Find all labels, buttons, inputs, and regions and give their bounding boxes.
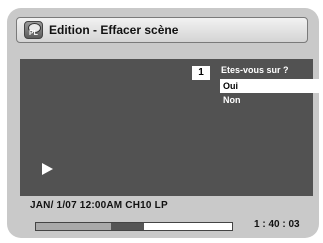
progress-position: [111, 223, 144, 230]
time-display: 1 : 40 : 03: [254, 219, 300, 230]
play-icon: [42, 163, 53, 175]
video-preview: 1: [20, 59, 216, 196]
option-no[interactable]: Non: [220, 93, 319, 107]
confirm-panel: Etes-vous sur ? Oui Non: [216, 59, 319, 196]
title-bar: PL Edition - Effacer scène: [16, 17, 308, 43]
progress-bar: [35, 222, 233, 231]
playlist-icon-label: PL: [29, 30, 38, 37]
option-yes[interactable]: Oui: [220, 79, 319, 93]
playlist-icon: PL: [24, 21, 43, 39]
scene-number: 1: [192, 66, 210, 80]
confirm-question: Etes-vous sur ?: [221, 65, 289, 75]
page-title: Edition - Effacer scène: [49, 23, 179, 37]
info-bar: JAN/ 1/07 12:00AM CH10 LP: [20, 196, 313, 216]
recording-info: JAN/ 1/07 12:00AM CH10 LP: [30, 200, 168, 211]
